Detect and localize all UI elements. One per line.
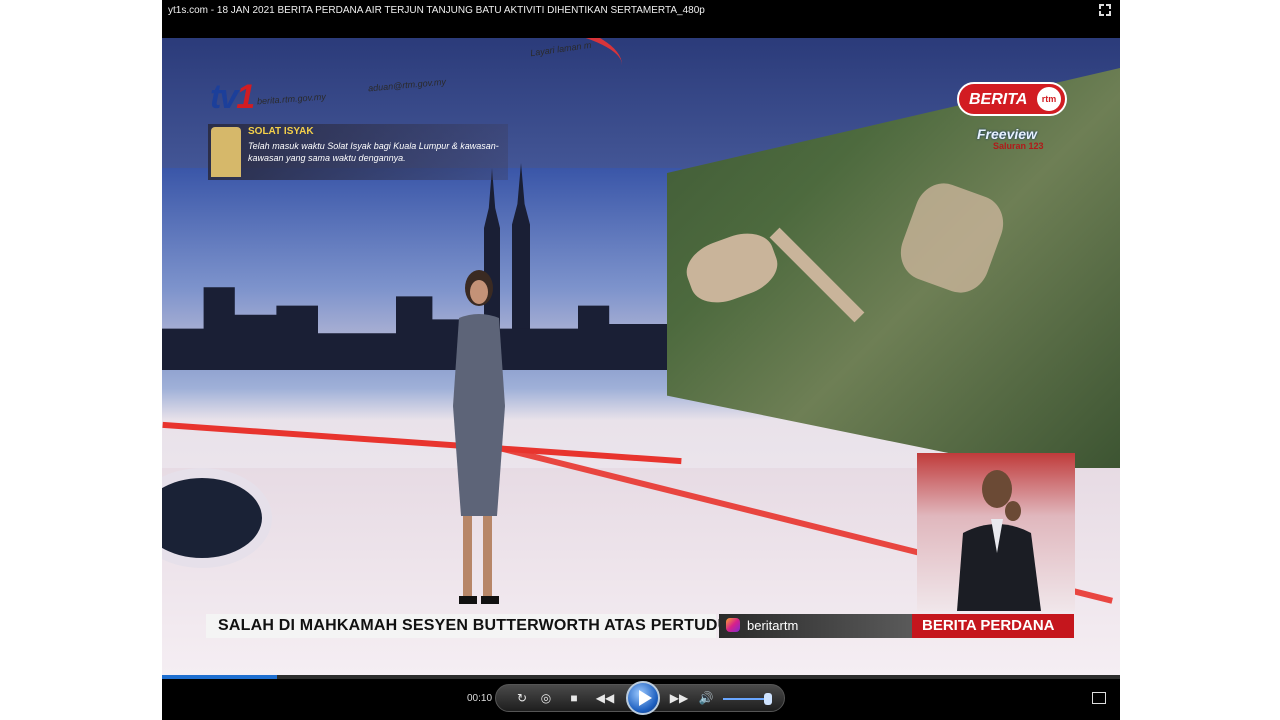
fullscreen-icon[interactable]	[1098, 3, 1112, 17]
social-handle: beritartm	[747, 618, 799, 633]
interpreter-figure	[957, 470, 1041, 611]
play-button[interactable]	[626, 681, 660, 715]
video-frame[interactable]: tv1 berita.rtm.gov.my aduan@rtm.gov.my L…	[162, 38, 1120, 675]
current-time: 00:10	[467, 693, 493, 704]
rewind-icon[interactable]: ◀◀	[592, 688, 618, 708]
media-player-window: yt1s.com - 18 JAN 2021 BERITA PERDANA AI…	[162, 0, 1120, 720]
solat-notice: SOLAT ISYAK Telah masuk waktu Solat Isya…	[208, 124, 508, 180]
land-clearing-slope	[892, 175, 1012, 301]
ticker-headline: SALAH DI MAHKAMAH SESYEN BUTTERWORTH ATA…	[218, 617, 742, 634]
window-title: yt1s.com - 18 JAN 2021 BERITA PERDANA AI…	[168, 5, 705, 16]
transport-controls: ↻ ◎ ■ ◀◀ ▶▶ 🔊	[495, 681, 785, 715]
title-bar: yt1s.com - 18 JAN 2021 BERITA PERDANA AI…	[162, 0, 1120, 38]
rtm-logo-icon: rtm	[1037, 87, 1061, 111]
mosque-icon	[211, 127, 241, 177]
ticker-program-bar: BERITA PERDANA	[912, 614, 1074, 638]
repeat-icon[interactable]: ↻	[512, 688, 532, 708]
berita-logo-text: BERITA	[969, 91, 1028, 108]
news-ticker: SALAH DI MAHKAMAH SESYEN BUTTERWORTH ATA…	[206, 614, 1074, 638]
shuffle-icon[interactable]: ◎	[536, 688, 556, 708]
solat-title: SOLAT ISYAK	[248, 126, 314, 137]
land-clearing-road	[769, 227, 865, 323]
program-name: BERITA PERDANA	[922, 617, 1055, 634]
floor-stripe-red	[162, 421, 682, 465]
control-bar: 00:10 ↻ ◎ ■ ◀◀ ▶▶ 🔊	[162, 679, 1120, 720]
freeview-channel: Saluran 123	[993, 141, 1044, 151]
fast-forward-icon[interactable]: ▶▶	[666, 688, 692, 708]
tv1-logo: tv1	[210, 78, 255, 116]
instagram-icon	[726, 618, 740, 632]
volume-slider-handle[interactable]	[764, 693, 772, 705]
berita-rtm-logo: BERITA rtm	[957, 82, 1067, 116]
sign-language-interpreter	[917, 453, 1075, 611]
play-icon	[639, 690, 652, 706]
news-presenter	[453, 270, 505, 604]
ticker-social-bar: beritartm	[719, 614, 912, 638]
mini-player-icon[interactable]	[1092, 692, 1106, 704]
freeview-logo: Freeview	[977, 126, 1037, 142]
ticker-headline-bar: SALAH DI MAHKAMAH SESYEN BUTTERWORTH ATA…	[206, 614, 741, 638]
solat-text: Telah masuk waktu Solat Isyak bagi Kuala…	[248, 141, 499, 163]
stop-icon[interactable]: ■	[564, 688, 584, 708]
volume-icon[interactable]: 🔊	[696, 688, 716, 708]
